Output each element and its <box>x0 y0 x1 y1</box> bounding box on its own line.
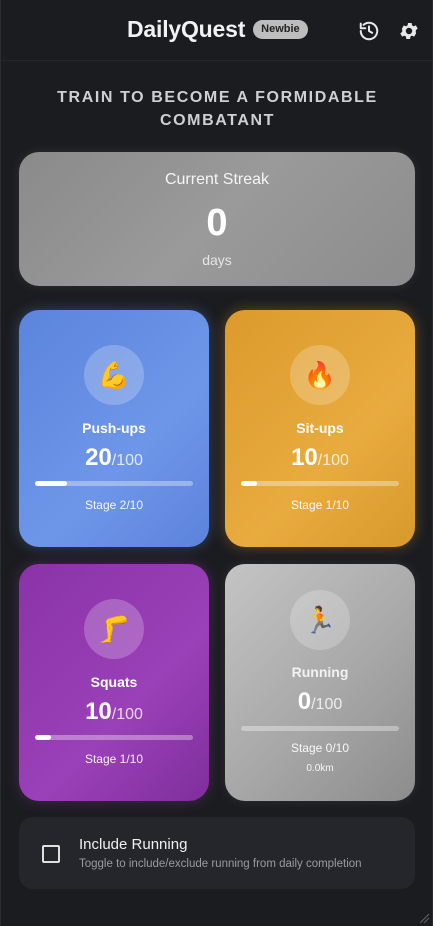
toggle-subtitle: Toggle to include/exclude running from d… <box>79 858 362 870</box>
tagline: TRAIN TO BECOME A FORMIDABLE COMBATANT <box>57 89 378 129</box>
fire-icon: 🔥 <box>290 345 350 405</box>
app-window: DailyQuest Newbie TRAIN TO BECOME A FORM… <box>0 0 433 926</box>
app-title: DailyQuest <box>127 16 246 42</box>
progress-fill <box>35 481 67 486</box>
exercise-stage: Stage 1/10 <box>290 498 350 512</box>
flexed-biceps-icon: 💪 <box>84 345 144 405</box>
progress-fill <box>241 481 257 486</box>
header-title-group: DailyQuest Newbie <box>127 16 308 43</box>
resize-grip-icon[interactable] <box>418 912 430 924</box>
toggle-title: Include Running <box>79 836 188 853</box>
exercise-name: Push-ups <box>82 420 146 436</box>
include-running-checkbox[interactable] <box>42 845 60 863</box>
count-goal: /100 <box>111 452 143 469</box>
settings-icon[interactable] <box>396 18 422 44</box>
progress-bar <box>241 726 399 731</box>
count-value: 10 <box>85 698 112 725</box>
include-running-toggle[interactable]: Include Running Toggle to include/exclud… <box>19 817 415 889</box>
header-actions <box>356 18 422 44</box>
exercise-count: 20/100 <box>19 444 209 472</box>
count-value: 10 <box>291 444 318 471</box>
leg-icon: 🦵 <box>84 599 144 659</box>
exercise-stage: Stage 2/10 <box>84 498 144 512</box>
count-goal: /100 <box>317 452 349 469</box>
count-goal: /100 <box>111 706 143 723</box>
streak-card: Current Streak 0 days <box>19 152 415 286</box>
streak-label: Current Streak <box>164 171 270 188</box>
exercise-name: Running <box>291 664 349 680</box>
header: DailyQuest Newbie <box>1 0 433 60</box>
running-distance: 0.0km <box>306 763 334 774</box>
count-value: 20 <box>85 444 112 471</box>
exercise-count: 10/100 <box>19 698 209 726</box>
streak-value: 0 <box>206 202 228 244</box>
progress-fill <box>35 735 51 740</box>
count-value: 0 <box>297 688 312 715</box>
exercise-stage: Stage 1/10 <box>84 752 144 766</box>
exercise-card-running[interactable]: 🏃 Running 0/100 Stage 0/10 0.0km <box>225 564 415 801</box>
exercise-count: 0/100 <box>225 688 415 716</box>
progress-bar <box>241 481 399 486</box>
exercise-name: Squats <box>90 674 138 690</box>
exercise-card-situps[interactable]: 🔥 Sit-ups 10/100 Stage 1/10 <box>225 310 415 547</box>
progress-bar <box>35 735 193 740</box>
history-icon[interactable] <box>356 18 382 44</box>
runner-icon: 🏃 <box>290 590 350 650</box>
exercise-count: 10/100 <box>225 444 415 472</box>
rank-badge: Newbie <box>253 20 308 39</box>
exercise-card-pushups[interactable]: 💪 Push-ups 20/100 Stage 2/10 <box>19 310 209 547</box>
header-divider <box>1 60 433 61</box>
exercise-card-squats[interactable]: 🦵 Squats 10/100 Stage 1/10 <box>19 564 209 801</box>
count-goal: /100 <box>311 696 343 713</box>
progress-bar <box>35 481 193 486</box>
exercise-name: Sit-ups <box>296 420 344 436</box>
streak-unit: days <box>202 252 232 268</box>
exercise-stage: Stage 0/10 <box>290 741 350 755</box>
